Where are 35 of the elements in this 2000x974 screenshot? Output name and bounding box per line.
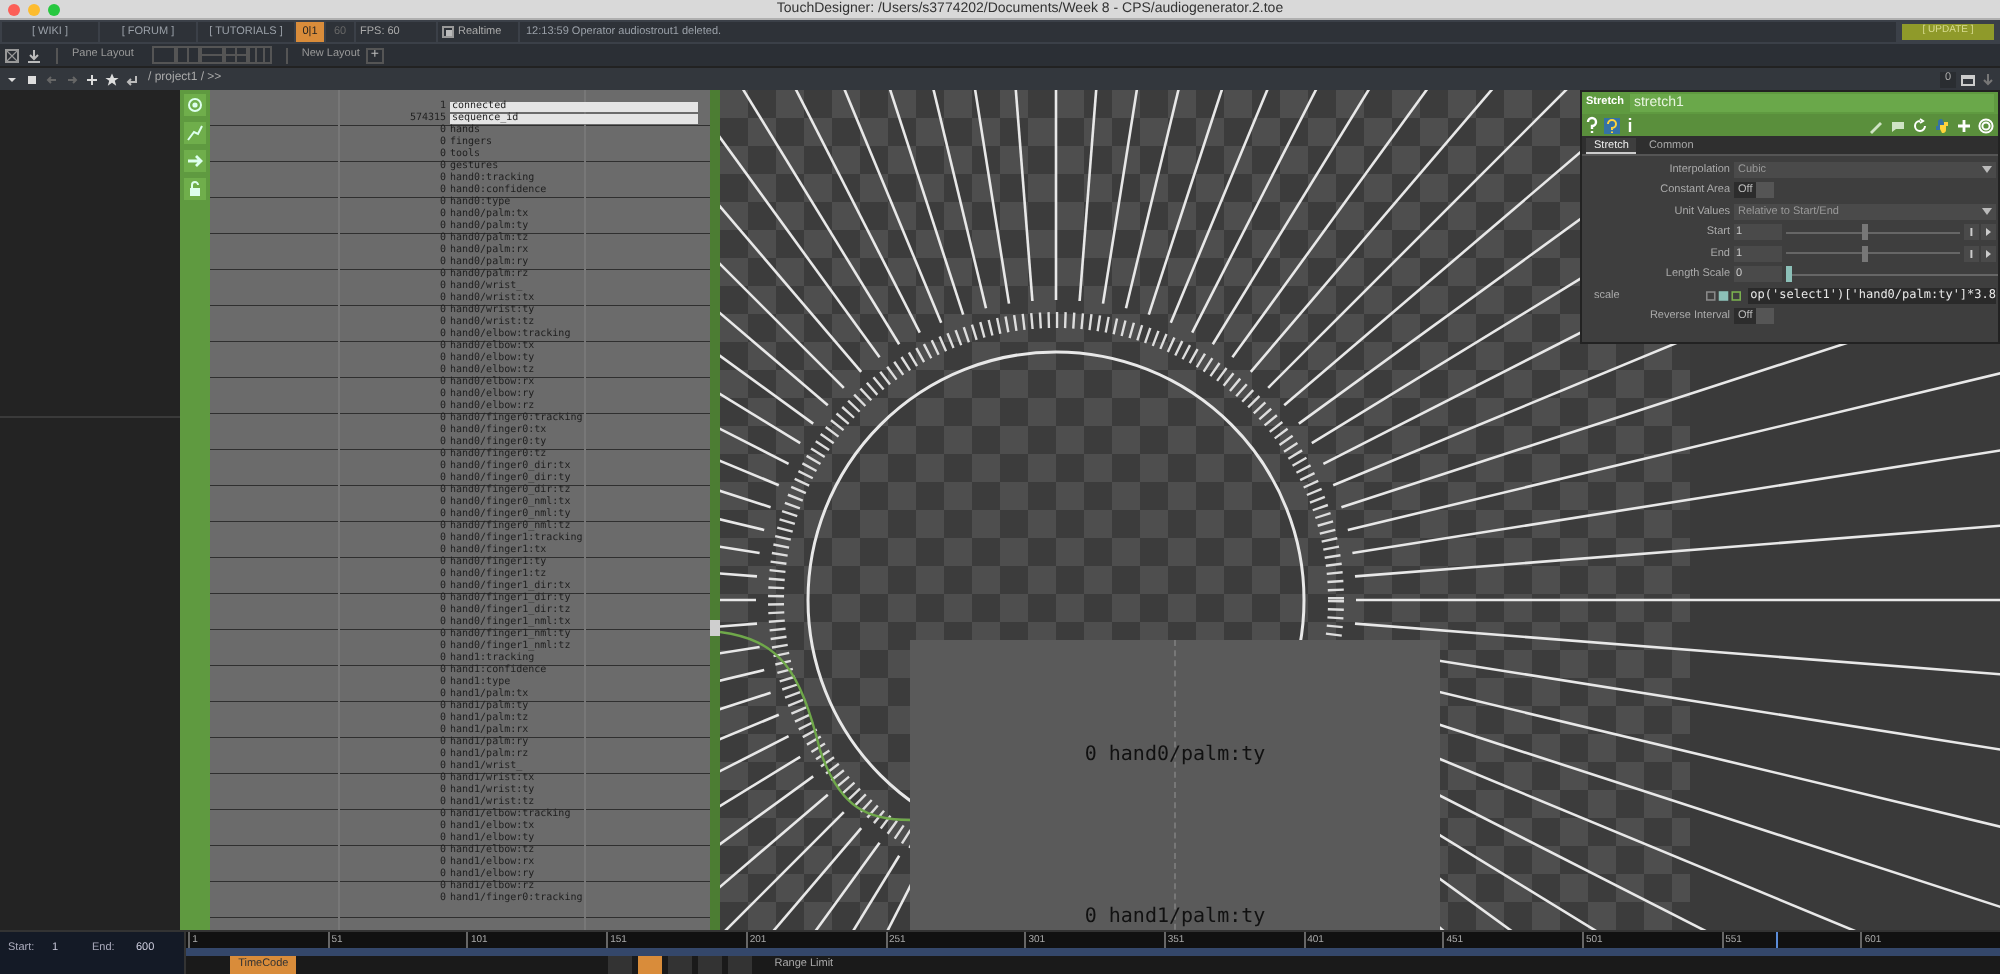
close-button[interactable] [8,3,20,15]
slider-track[interactable] [1786,224,1960,241]
lock-icon[interactable] [184,178,206,200]
refresh-icon[interactable] [1912,117,1928,133]
mode-icon[interactable] [1706,287,1745,304]
stop-icon[interactable] [24,71,40,87]
slider-thumb[interactable] [1786,266,1792,283]
window-icon[interactable] [1960,71,1976,87]
pane-layouts-icon[interactable] [151,46,272,64]
return-icon[interactable] [124,71,140,87]
control-button[interactable] [638,956,663,974]
star-icon[interactable] [104,71,120,87]
help-icon[interactable] [1586,116,1598,134]
dropdown-icon[interactable] [1982,165,1992,174]
info-icon[interactable] [1626,116,1634,134]
channel-label: 0 hand0/palm:ty [1084,742,1266,770]
realtime-checkbox[interactable] [442,26,454,38]
slider-track[interactable] [1786,245,1960,262]
stepper-icon[interactable] [1964,245,1996,262]
channel-label: 0 hand1/palm:ty [1084,904,1266,930]
target-icon[interactable] [1978,117,1994,133]
scrollbar-thumb[interactable] [710,620,720,636]
add-icon[interactable] [84,71,100,87]
slider-track[interactable] [1786,266,1998,283]
dropdown-icon[interactable] [1982,207,1992,216]
python-help-icon[interactable] [1604,117,1620,133]
slider-thumb[interactable] [1861,245,1868,262]
arrow-icon[interactable] [184,150,206,172]
graph-icon[interactable] [184,122,206,144]
download-icon[interactable] [26,47,42,63]
python-icon[interactable] [1934,117,1950,133]
target-icon[interactable] [184,94,206,116]
stepper-icon[interactable] [1964,224,1996,241]
window-icon[interactable] [4,47,20,63]
slider-thumb[interactable] [1861,224,1868,241]
